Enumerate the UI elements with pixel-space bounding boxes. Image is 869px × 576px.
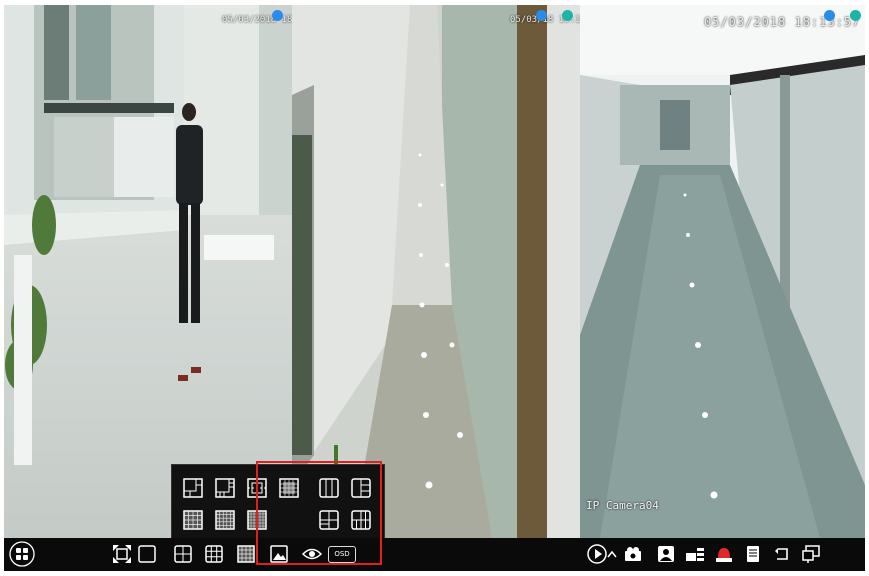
layout-16-icon[interactable] <box>182 509 204 531</box>
camera-view-2[interactable]: 05/03/18 18:15 <box>292 5 580 538</box>
camera-view-1[interactable]: 05/03/2018 18:14 <box>4 5 292 538</box>
bottom-toolbar: OSD <box>4 538 865 571</box>
manual-record-button[interactable] <box>622 543 644 565</box>
exit-button[interactable] <box>771 543 793 565</box>
fullscreen-button[interactable] <box>111 543 133 565</box>
highlight-box <box>256 461 382 565</box>
fullscreen-icon <box>113 545 131 563</box>
layout-1-button[interactable] <box>136 543 158 565</box>
single-screen-icon <box>138 545 156 563</box>
record-status-icon <box>272 10 283 21</box>
camera-3-timestamp: 05/03/2018 18:13:57 <box>704 15 861 29</box>
chevron-up-icon <box>607 550 617 558</box>
motion-status-icon <box>562 10 573 21</box>
record-status-icon <box>824 10 835 21</box>
record-status-icon <box>536 10 547 21</box>
live-view-screen: 05/03/2018 18:14 05/03/ <box>4 5 865 571</box>
layout-25-icon[interactable] <box>214 509 236 531</box>
person-snapshot-icon <box>658 546 674 562</box>
alarm-button[interactable] <box>713 543 735 565</box>
return-icon <box>775 548 788 560</box>
layout-9-button[interactable] <box>203 543 225 565</box>
camera-view-3[interactable]: 05/03/2018 18:13:57 IP Camera04 <box>580 5 865 538</box>
layout-1-plus-7-icon[interactable] <box>214 477 236 499</box>
layout-1-plus-5-icon[interactable] <box>182 477 204 499</box>
multi-screen-icon <box>237 545 255 563</box>
window-button[interactable] <box>800 543 822 565</box>
alarm-light-icon <box>716 548 732 562</box>
disk-icon <box>747 546 759 562</box>
snapshot-button[interactable] <box>655 543 677 565</box>
camera-3-name: IP Camera04 <box>586 499 659 512</box>
record-camera-icon <box>625 547 641 561</box>
speaker-icon <box>686 548 704 561</box>
layout-4-button[interactable] <box>172 543 194 565</box>
disk-button[interactable] <box>742 543 764 565</box>
expand-button[interactable] <box>605 543 619 565</box>
motion-status-icon <box>850 10 861 21</box>
layout-more-button[interactable] <box>235 543 257 565</box>
windows-icon <box>802 545 820 563</box>
quad-screen-icon <box>174 545 192 563</box>
start-menu-button[interactable] <box>9 541 35 567</box>
nine-screen-icon <box>205 545 223 563</box>
audio-button[interactable] <box>684 543 706 565</box>
